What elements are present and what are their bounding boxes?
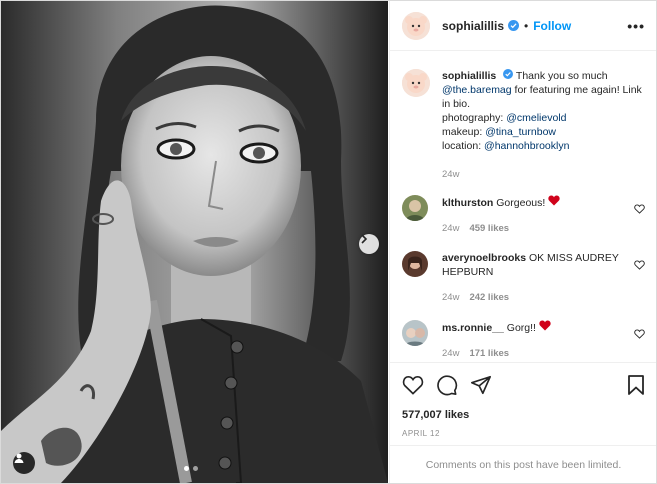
action-bar — [390, 363, 656, 397]
comment-text: Gorgeous! — [496, 197, 546, 209]
user-tag-button[interactable] — [13, 452, 35, 474]
commenter-avatar[interactable] — [402, 195, 428, 221]
post-date[interactable]: APRIL 12 — [390, 421, 656, 438]
comment-username[interactable]: averynoelbrooks — [442, 252, 526, 264]
author-username[interactable]: sophialillis — [442, 19, 504, 33]
carousel-dot-active — [184, 466, 189, 471]
bookmark-icon[interactable] — [627, 374, 645, 396]
caption-username[interactable]: sophialillis — [442, 70, 496, 82]
makeup-link[interactable]: @tina_turnbow — [485, 126, 556, 138]
post-header: sophialillis • Follow ••• — [390, 1, 656, 51]
chevron-right-icon — [361, 234, 368, 244]
comment-username[interactable]: ms.ronnie__ — [442, 322, 504, 334]
author-avatar[interactable] — [402, 11, 430, 40]
heart-icon[interactable] — [402, 375, 424, 395]
avatar-image — [402, 195, 428, 221]
comment-item: ms.ronnie__ Gorg!! 24w 171 likes — [402, 320, 645, 361]
avatar-image — [402, 251, 428, 277]
next-photo-button[interactable] — [359, 234, 379, 254]
avatar-image — [402, 69, 430, 97]
comment-body: ms.ronnie__ Gorg!! 24w 171 likes — [442, 320, 622, 361]
comments-list[interactable]: sophialillis Thank you so much @the.bare… — [390, 52, 656, 362]
photography-label: photography: — [442, 112, 504, 124]
comment-timestamp[interactable]: 24w — [442, 222, 459, 236]
follow-button[interactable]: Follow — [533, 19, 571, 33]
likes-count[interactable]: 577,007 likes — [390, 397, 656, 421]
caption-mention-link[interactable]: @the.baremag — [442, 84, 512, 96]
avatar-image — [402, 11, 430, 40]
comment-item: klthurston Gorgeous! 24w 459 likes — [402, 195, 645, 236]
photography-link[interactable]: @cmelievold — [506, 112, 566, 124]
caption-body: sophialillis Thank you so much @the.bare… — [442, 69, 642, 182]
verified-badge-icon — [508, 20, 520, 31]
header-separator: • — [524, 18, 529, 33]
caption-text: Thank you so much — [515, 70, 608, 82]
location-link[interactable]: @hannohbrooklyn — [484, 140, 569, 152]
verified-badge-icon — [503, 69, 514, 79]
portrait-image — [1, 1, 388, 483]
comment-likes[interactable]: 171 likes — [469, 347, 509, 361]
comment-like-heart-icon[interactable] — [634, 326, 645, 344]
comment-item: averynoelbrooks OK MISS AUDREY HEPBURN 2… — [402, 251, 645, 305]
comment-icon[interactable] — [436, 374, 458, 396]
red-heart-emoji-icon — [539, 320, 551, 331]
post-caption: sophialillis Thank you so much @the.bare… — [390, 52, 656, 182]
makeup-label: makeup: — [442, 126, 483, 138]
comment-body: klthurston Gorgeous! 24w 459 likes — [442, 195, 622, 236]
post-actions: 577,007 likes APRIL 12 — [390, 362, 656, 438]
comment-timestamp[interactable]: 24w — [442, 347, 459, 361]
caption-avatar[interactable] — [402, 69, 430, 97]
comments-limited-notice: Comments on this post have been limited. — [390, 445, 656, 483]
comment-like-heart-icon[interactable] — [634, 257, 645, 275]
comment-text: Gorg!! — [506, 322, 536, 334]
carousel-indicator — [184, 466, 198, 471]
comment-body: averynoelbrooks OK MISS AUDREY HEPBURN 2… — [442, 251, 622, 305]
red-heart-emoji-icon — [548, 195, 560, 206]
more-options-icon[interactable]: ••• — [627, 18, 645, 34]
post-photo[interactable] — [1, 1, 388, 483]
post-dialog: sophialillis • Follow ••• sophialillis T… — [0, 0, 657, 484]
location-label: location: — [442, 140, 482, 152]
comment-likes[interactable]: 242 likes — [469, 291, 509, 305]
comment-likes[interactable]: 459 likes — [469, 222, 509, 236]
commenter-avatar[interactable] — [402, 251, 428, 277]
user-tag-icon — [14, 453, 24, 463]
comment-like-heart-icon[interactable] — [634, 201, 645, 219]
post-side-panel: sophialillis • Follow ••• sophialillis T… — [389, 1, 656, 483]
comment-meta: 24w 171 likes — [442, 347, 622, 361]
comment-meta: 24w 242 likes — [442, 291, 622, 305]
comment-meta: 24w 459 likes — [442, 222, 622, 236]
comment-username[interactable]: klthurston — [442, 197, 493, 209]
avatar-image — [402, 320, 428, 346]
comment-timestamp[interactable]: 24w — [442, 291, 459, 305]
caption-timestamp[interactable]: 24w — [442, 168, 642, 182]
commenter-avatar[interactable] — [402, 320, 428, 346]
share-icon[interactable] — [470, 374, 492, 396]
carousel-dot — [193, 466, 198, 471]
